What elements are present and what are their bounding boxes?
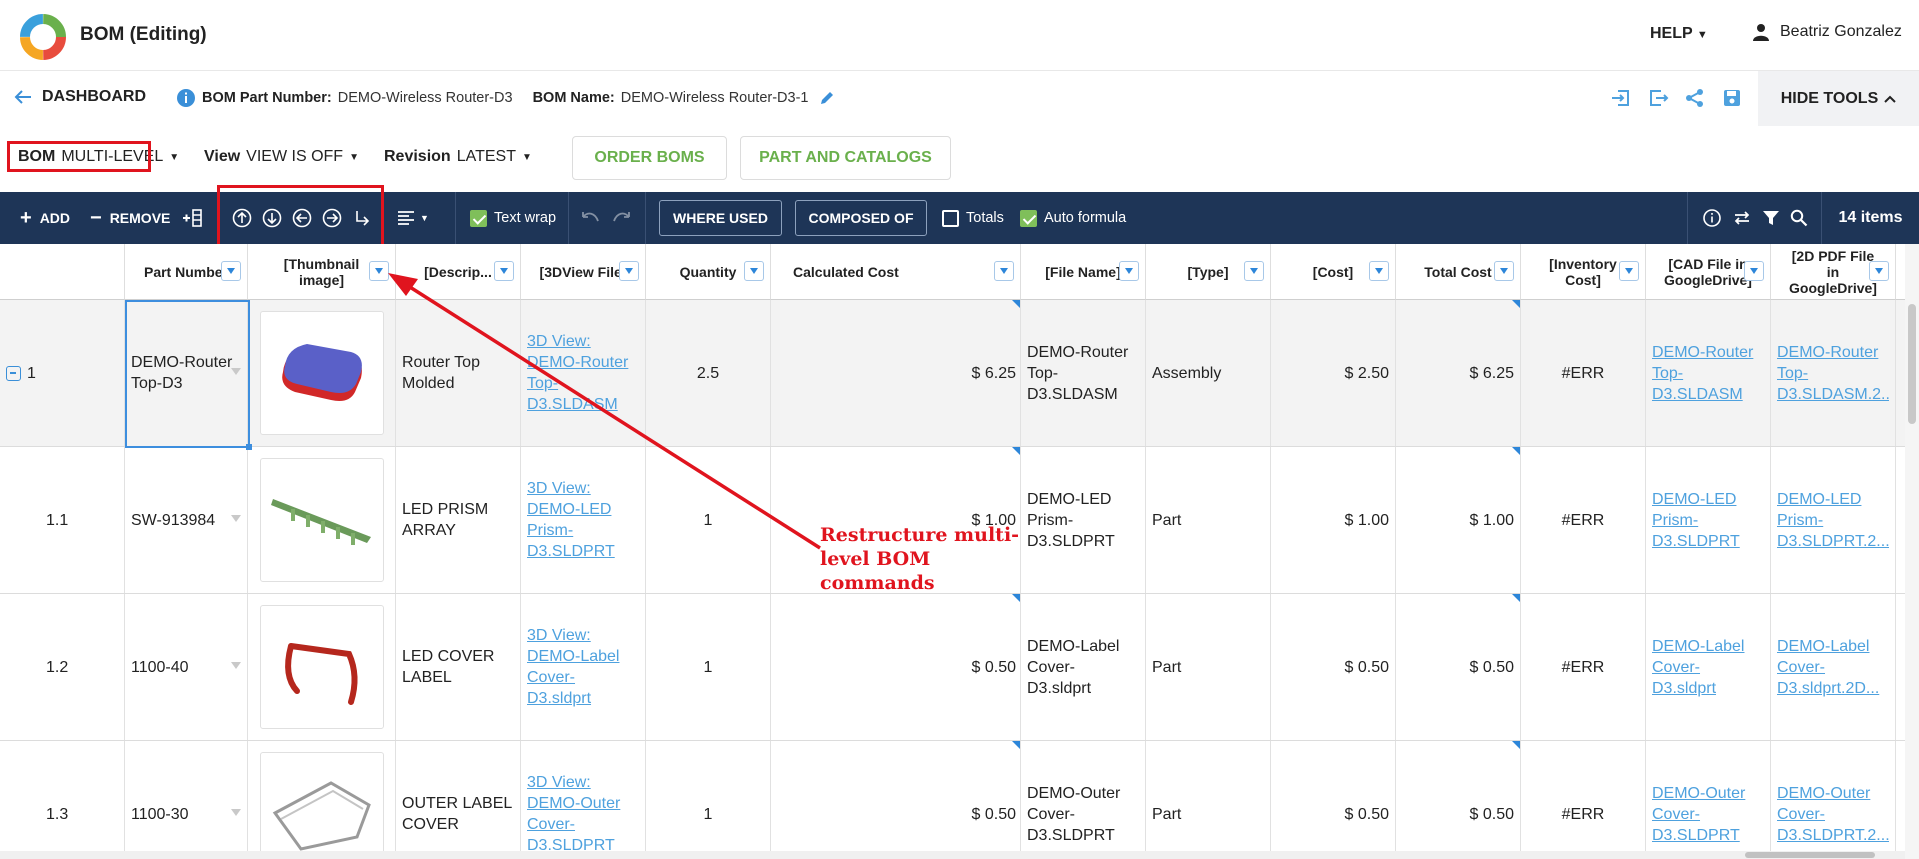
annotation-arrow	[388, 273, 821, 550]
annotation-text: Restructure multi-level BOM commands	[820, 524, 1020, 594]
